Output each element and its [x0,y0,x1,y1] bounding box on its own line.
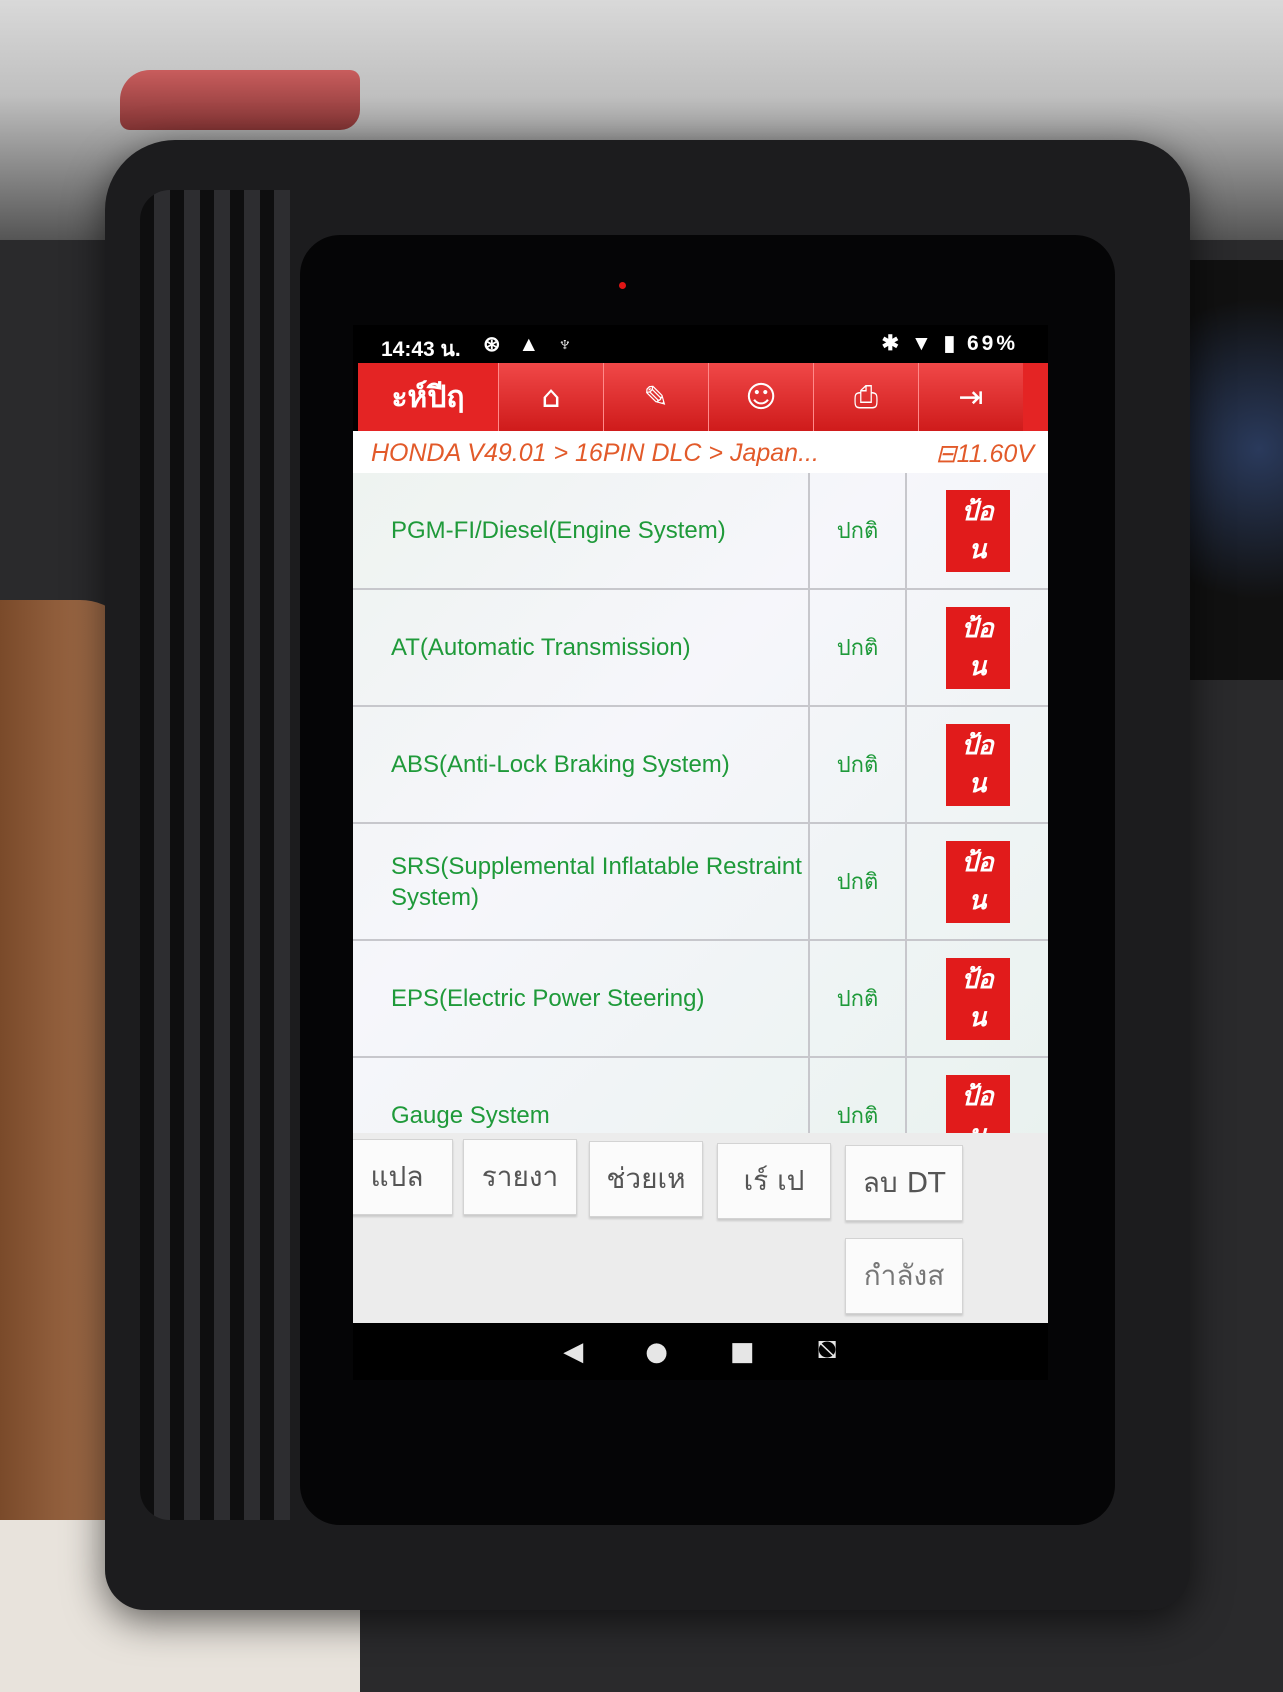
home-nav-icon[interactable]: ● [645,1337,668,1367]
camera-indicator [619,282,626,289]
system-name: PGM-FI/Diesel(Engine System) [391,517,726,544]
app-toolbar: ะห์ปีฤ ⌂ ✎ ☺ ⎙ ⇥ [358,363,1048,431]
system-row[interactable]: ABS(Anti-Lock Braking System) ปกติ ป้อ น [353,707,1048,824]
breadcrumb: HONDA V49.01 > 16PIN DLC > Japan... ⊟11.… [353,431,1048,473]
background-tail-light [120,70,360,130]
screenshot-icon[interactable]: ⛞ [817,1335,838,1369]
system-row[interactable]: PGM-FI/Diesel(Engine System) ปกติ ป้อ น [353,473,1048,590]
status-right: ✱ ▼ ▮ 69% [882,331,1018,356]
status-time: 14:43 น. [381,338,461,361]
system-status: ปกติ [808,473,907,588]
function-bar: แปล รายงา ช่วยเห เร์ เป ลบ DT กำลังส [353,1133,1048,1323]
home-button[interactable]: ⌂ [498,363,603,431]
system-row[interactable]: EPS(Electric Power Steering) ปกติ ป้อ น [353,941,1048,1058]
system-name: Gauge System [391,1102,550,1129]
status-bar: 14:43 น. ⊛ ▲ ♆ ✱ ▼ ▮ 69% [353,325,1048,363]
system-name: EPS(Electric Power Steering) [391,985,705,1012]
connectivity-icons: ✱ ▼ ▮ [881,332,959,355]
system-row[interactable]: SRS(Supplemental Inflatable Restraint Sy… [353,824,1048,941]
battery-voltage: ⊟11.60V [935,440,1034,468]
app-title: ะห์ปีฤ [391,379,465,415]
support-icon: ☺ [745,379,777,415]
system-status: ปกติ [808,590,907,705]
exit-button[interactable]: ⇥ [918,363,1023,431]
notification-icons: ⊛ ▲ ♆ [483,333,579,356]
back-icon[interactable]: ◀ [563,1337,583,1367]
device-grip [140,190,290,1520]
report-button[interactable]: รายงา [463,1139,577,1215]
edit-button[interactable]: ✎ [603,363,708,431]
translate-button[interactable]: แปล [353,1139,453,1215]
system-name: ABS(Anti-Lock Braking System) [391,751,730,778]
system-name: AT(Automatic Transmission) [391,634,691,661]
system-status: ปกติ [808,1058,907,1133]
enter-system-button[interactable]: ป้อ น [945,489,1010,572]
help-button[interactable]: ช่วยเห [589,1141,703,1217]
system-row[interactable]: AT(Automatic Transmission) ปกติ ป้อ น [353,590,1048,707]
print-button[interactable]: ⎙ [813,363,918,431]
support-button[interactable]: ☺ [708,363,813,431]
recents-icon[interactable]: ■ [730,1337,755,1367]
enter-system-button[interactable]: ป้อ น [945,957,1010,1040]
battery-percent: 69% [966,332,1018,355]
clear-dtc-button[interactable]: ลบ DT [845,1145,963,1221]
enter-system-button[interactable]: ป้อ น [945,1074,1010,1133]
system-name: SRS(Supplemental Inflatable Restraint Sy… [391,852,802,911]
enter-system-button[interactable]: ป้อ น [945,840,1010,923]
system-status: ปกติ [808,941,907,1056]
device-screen: 14:43 น. ⊛ ▲ ♆ ✱ ▼ ▮ 69% ะห์ปีฤ ⌂ ✎ ☺ ⎙ … [353,325,1048,1380]
android-nav-bar: ◀ ● ■ ⛞ [353,1323,1048,1380]
print-icon: ⎙ [854,379,878,415]
enter-system-button[interactable]: ป้อ น [945,723,1010,806]
system-row[interactable]: Gauge System ปกติ ป้อ น [353,1058,1048,1133]
loading-button[interactable]: กำลังส [845,1238,963,1314]
enter-system-button[interactable]: ป้อ น [945,606,1010,689]
home-icon: ⌂ [541,379,561,415]
share-button[interactable]: เร์ เป [717,1143,831,1219]
system-status: ปกติ [808,824,907,939]
edit-icon: ✎ [643,379,669,415]
system-list[interactable]: PGM-FI/Diesel(Engine System) ปกติ ป้อ น … [353,473,1048,1133]
exit-icon: ⇥ [958,379,984,415]
system-status: ปกติ [808,707,907,822]
breadcrumb-path: HONDA V49.01 > 16PIN DLC > Japan... [371,439,819,467]
